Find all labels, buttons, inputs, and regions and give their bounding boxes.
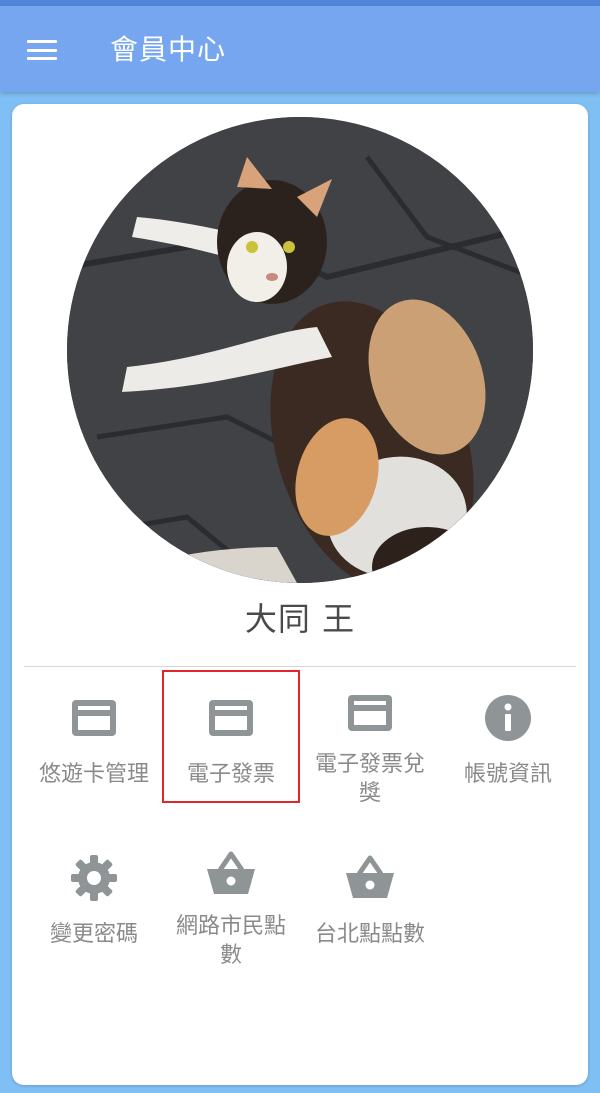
- menu-item-citizen-points[interactable]: 網路市民點數: [162, 838, 300, 968]
- menu-item-account-info[interactable]: 帳號資訊: [439, 678, 577, 808]
- menu-item-e-invoice-prize[interactable]: 電子發票兌獎: [301, 678, 439, 808]
- menu-item-taipei-points[interactable]: 台北點點數: [301, 838, 439, 968]
- user-name: 大同 王: [244, 600, 356, 638]
- hamburger-icon: [27, 40, 57, 60]
- credit-card-icon: [66, 690, 122, 746]
- basket-icon: [203, 850, 259, 898]
- menu-button[interactable]: [18, 26, 66, 74]
- menu-item-label: 電子發票: [186, 762, 275, 787]
- menu-item-easycard-management[interactable]: 悠遊卡管理: [25, 678, 163, 808]
- credit-card-icon: [203, 690, 259, 746]
- menu-item-label: 悠遊卡管理: [39, 762, 150, 787]
- avatar[interactable]: [67, 117, 533, 583]
- menu-item-label: 電子發票兌獎: [315, 752, 426, 806]
- menu-item-label: 帳號資訊: [463, 762, 552, 787]
- menu-item-change-password[interactable]: 變更密碼: [25, 838, 163, 968]
- gear-icon: [66, 850, 122, 906]
- credit-card-icon: [342, 690, 398, 736]
- app-bar: 會員中心: [0, 6, 600, 92]
- basket-icon: [342, 850, 398, 906]
- menu-item-e-invoice[interactable]: 電子發票: [162, 670, 300, 803]
- info-icon: [480, 690, 536, 746]
- member-card: 大同 王 悠遊卡管理 電子發票 電子發票兌獎 帳號資訊 變更密碼 網路市民點數 …: [12, 104, 588, 1085]
- divider: [24, 666, 576, 667]
- menu-item-label: 網路市民點數: [176, 914, 287, 968]
- cat-photo-image: [67, 117, 533, 583]
- page-title: 會員中心: [110, 33, 227, 66]
- menu-item-label: 台北點點數: [315, 922, 426, 947]
- menu-item-label: 變更密碼: [49, 922, 138, 947]
